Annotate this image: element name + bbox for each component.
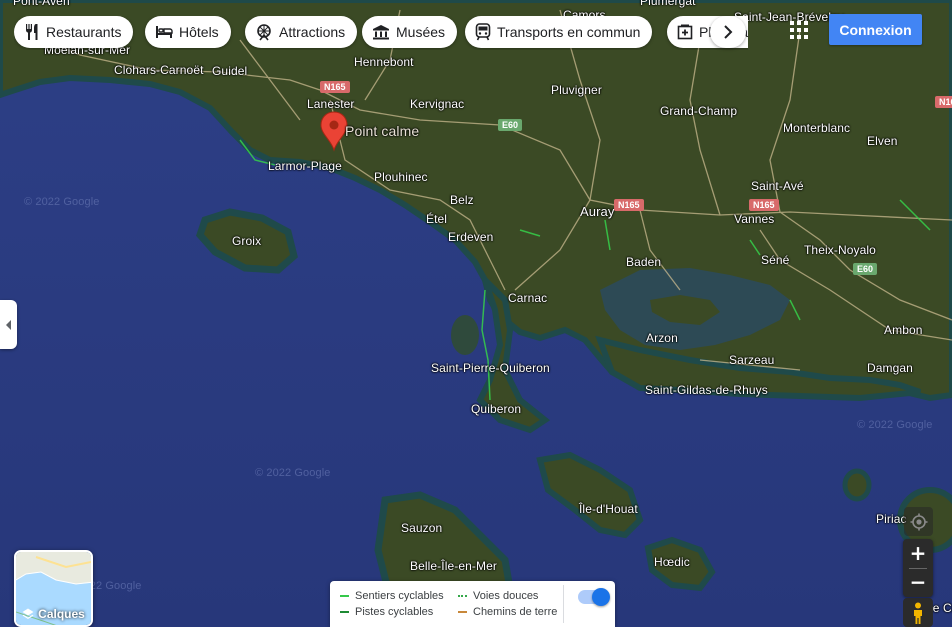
- place-label[interactable]: Kervignac: [410, 97, 464, 111]
- place-label[interactable]: Clohars-Carnoët: [114, 63, 204, 77]
- place-label[interactable]: Elven: [867, 134, 898, 148]
- road-badge: N165: [320, 81, 350, 93]
- place-label[interactable]: Guidel: [212, 64, 247, 78]
- chevron-left-icon: [5, 319, 11, 330]
- chip-label: Musées: [396, 24, 446, 40]
- category-chips: Restaurants Hôtels Attractions Musées Tr…: [14, 16, 748, 50]
- chip-attractions[interactable]: Attractions: [245, 16, 358, 48]
- place-label[interactable]: Sarzeau: [729, 353, 774, 367]
- place-label[interactable]: Saint-Avé: [751, 179, 804, 193]
- legend-label: Sentiers cyclables: [355, 590, 444, 602]
- place-label[interactable]: Belz: [450, 193, 474, 207]
- transit-icon: [475, 23, 491, 41]
- road-badge: N165: [935, 96, 952, 108]
- place-label[interactable]: Étel: [426, 212, 447, 226]
- place-label[interactable]: Arzon: [646, 331, 678, 345]
- place-label[interactable]: Saint-Pierre-Quiberon: [431, 361, 550, 375]
- place-label[interactable]: Séné: [761, 253, 789, 267]
- legend-item: Chemins de terre: [458, 606, 557, 618]
- bike-legend: Sentiers cyclables Voies douces Pistes c…: [330, 581, 615, 627]
- map-watermark: © 2022 Google: [24, 196, 100, 208]
- street-view-button[interactable]: [903, 598, 933, 627]
- place-label[interactable]: Larmor-Plage: [268, 159, 342, 173]
- chip-label: Restaurants: [46, 24, 122, 40]
- road-badge: N165: [749, 199, 779, 211]
- museum-icon: [373, 25, 389, 40]
- zoom-out-button[interactable]: −: [903, 568, 933, 596]
- place-label[interactable]: Vannes: [734, 212, 774, 226]
- apps-grid-icon: [790, 21, 808, 39]
- legend-swatch: [340, 611, 349, 613]
- pin-label[interactable]: Point calme: [345, 123, 419, 139]
- zoom-in-button[interactable]: +: [903, 539, 933, 567]
- chevron-right-icon: [724, 25, 733, 39]
- place-label[interactable]: Damgan: [867, 361, 913, 375]
- legend-swatch: [458, 595, 467, 597]
- apps-button[interactable]: [786, 17, 812, 43]
- bike-layer-toggle[interactable]: [578, 588, 610, 606]
- place-label[interactable]: Lanester: [307, 97, 355, 111]
- place-label[interactable]: Plumergat: [640, 0, 696, 8]
- layers-button[interactable]: Calques: [14, 550, 93, 627]
- legend-item: Voies douces: [458, 590, 538, 602]
- chip-museums[interactable]: Musées: [362, 16, 458, 48]
- legend-item: Sentiers cyclables: [340, 590, 444, 602]
- place-label[interactable]: Plouhinec: [374, 170, 428, 184]
- legend-swatch: [458, 611, 467, 613]
- zoom-controls: + −: [903, 539, 933, 597]
- satellite-imagery: [0, 0, 952, 627]
- map-watermark: © 2022 Google: [255, 467, 331, 479]
- attractions-icon: [257, 24, 271, 41]
- my-location-button[interactable]: [904, 507, 933, 536]
- road-badge: N165: [614, 199, 644, 211]
- place-label[interactable]: Piriac: [876, 512, 907, 526]
- chip-restaurants[interactable]: Restaurants: [14, 16, 134, 48]
- legend-divider: [563, 585, 564, 623]
- restaurant-icon: [26, 24, 38, 40]
- place-label[interactable]: Hennebont: [354, 55, 414, 69]
- layers-label: Calques: [16, 607, 91, 621]
- place-label[interactable]: Sauzon: [401, 521, 442, 535]
- road-badge: E60: [853, 263, 878, 275]
- legend-item: Pistes cyclables: [340, 606, 433, 618]
- map-canvas[interactable]: Pont-Aven Moëlan-sur-Mer Clohars-Carnoët…: [0, 0, 952, 627]
- place-label[interactable]: Saint-Gildas-de-Rhuys: [645, 383, 768, 397]
- hotel-icon: [156, 26, 173, 38]
- chips-next-button[interactable]: [710, 16, 746, 48]
- chip-transit[interactable]: Transports en commun: [465, 16, 653, 48]
- place-label[interactable]: Hœdic: [654, 555, 690, 569]
- login-button[interactable]: Connexion: [829, 14, 922, 45]
- place-label[interactable]: Erdeven: [448, 230, 493, 244]
- my-location-icon: [910, 513, 927, 530]
- place-label[interactable]: Grand-Champ: [660, 104, 737, 118]
- place-label[interactable]: Monterblanc: [783, 121, 850, 135]
- chip-label: Hôtels: [179, 24, 219, 40]
- layers-text: Calques: [38, 607, 85, 621]
- place-label[interactable]: Baden: [626, 255, 661, 269]
- place-label[interactable]: Auray: [580, 204, 614, 219]
- place-label[interactable]: Île-d'Houat: [579, 502, 638, 516]
- chip-label: Transports en commun: [497, 24, 641, 40]
- place-label[interactable]: Ambon: [884, 323, 923, 337]
- place-label[interactable]: Groix: [232, 234, 261, 248]
- place-label[interactable]: Quiberon: [471, 402, 521, 416]
- place-label[interactable]: Theix-Noyalo: [804, 243, 876, 257]
- legend-label: Voies douces: [473, 590, 539, 602]
- place-label[interactable]: Belle-Île-en-Mer: [410, 559, 497, 573]
- pharmacy-icon: [677, 24, 693, 40]
- toggle-knob: [592, 588, 610, 606]
- place-label[interactable]: Pont-Aven: [13, 0, 70, 8]
- chip-label: Attractions: [279, 24, 346, 40]
- place-label[interactable]: Pluvigner: [551, 83, 602, 97]
- layers-icon: [22, 608, 34, 619]
- place-label[interactable]: Carnac: [508, 291, 547, 305]
- chip-hotels[interactable]: Hôtels: [145, 16, 231, 48]
- road-badge: E60: [498, 119, 523, 131]
- legend-label: Chemins de terre: [473, 606, 558, 618]
- pegman-icon: [914, 602, 922, 624]
- collapse-panel-button[interactable]: [0, 300, 17, 349]
- legend-swatch: [340, 595, 349, 597]
- legend-label: Pistes cyclables: [355, 606, 434, 618]
- map-watermark: © 2022 Google: [857, 419, 933, 431]
